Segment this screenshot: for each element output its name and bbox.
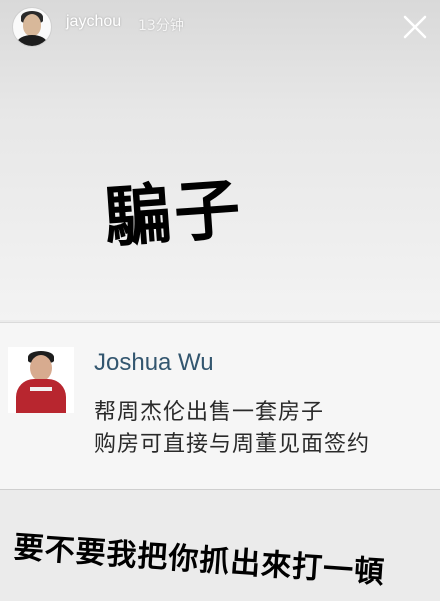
photo-red-hoodie — [16, 379, 66, 413]
photo-face — [30, 355, 52, 381]
close-button[interactable] — [400, 12, 430, 42]
avatar-face — [23, 14, 41, 36]
profile-avatar[interactable] — [12, 7, 52, 47]
post-screenshot-card: Joshua Wu 帮周杰伦出售一套房子 购房可直接与周董见面签约 — [0, 322, 440, 490]
post-author-name: Joshua Wu — [94, 349, 214, 376]
story-caption-text: 要不要我把你抓出來打一頓 — [12, 530, 387, 591]
story-header: jaychou 13分钟 — [0, 0, 440, 58]
author-photo — [8, 347, 74, 413]
photo-hoodie-print — [30, 387, 52, 391]
story-headline-text: 騙子 — [101, 170, 247, 257]
post-body: 帮周杰伦出售一套房子 购房可直接与周董见面签约 — [94, 397, 370, 461]
avatar-body — [17, 35, 47, 46]
post-timestamp: 13分钟 — [138, 18, 184, 34]
post-line-1: 帮周杰伦出售一套房子 — [94, 400, 325, 425]
post-line-2: 购房可直接与周董见面签约 — [94, 432, 371, 457]
username[interactable]: jaychou — [66, 13, 121, 31]
close-icon — [403, 15, 427, 39]
